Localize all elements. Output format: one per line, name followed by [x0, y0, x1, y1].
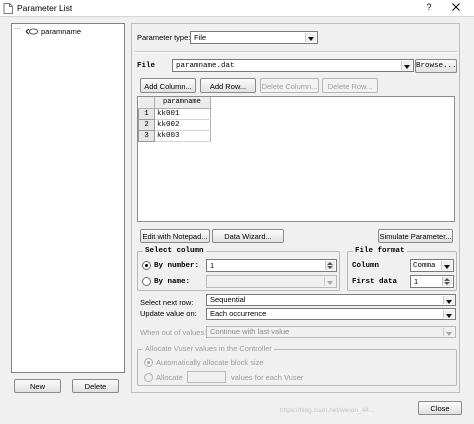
auto-allocate-radio[interactable] [144, 358, 153, 367]
select-next-row-select[interactable]: Sequential [206, 294, 456, 306]
table-row[interactable]: 3 kk003 [138, 129, 211, 142]
parameter-type-value: File [194, 33, 207, 42]
spinner-icon [325, 261, 335, 270]
row-number: 1 [138, 107, 155, 120]
auto-allocate-label: Automatically allocate block size [156, 358, 264, 367]
chevron-down-icon [441, 261, 452, 270]
close-button[interactable]: Close [418, 401, 462, 415]
table-cell[interactable]: kk002 [154, 119, 211, 131]
allocate-group: Allocate Vuser values in the Controller … [137, 344, 457, 386]
first-data-input[interactable]: 1 [410, 275, 454, 288]
help-button[interactable]: ? [418, 0, 440, 14]
table-cell[interactable]: kk003 [154, 130, 211, 142]
delete-column-button[interactable]: Delete Column... [260, 78, 319, 93]
by-number-label: By number: [154, 262, 200, 270]
window-title: Parameter List [17, 3, 73, 13]
allocate-suffix-label: values for each Vuser [231, 373, 304, 382]
chevron-down-icon [305, 33, 316, 42]
table-row[interactable]: 2 kk002 [138, 118, 211, 131]
divider [135, 51, 457, 53]
parameter-type-select[interactable]: File [190, 31, 318, 44]
parameter-tree[interactable]: ⋯ paramname [11, 23, 125, 373]
spinner-icon [442, 277, 452, 286]
tree-item-label: paramname [41, 27, 82, 36]
delete-button[interactable]: Delete [72, 379, 119, 393]
watermark: https://blog.csdn.net/weixin_44... [280, 407, 375, 414]
corner-cell [138, 97, 155, 109]
column-number-input[interactable]: 1 [206, 259, 337, 272]
when-out-of-values-select[interactable]: Continue with last value [206, 326, 456, 338]
close-icon [452, 3, 460, 11]
tree-item-paramname[interactable]: ⋯ paramname [14, 26, 114, 37]
file-select[interactable]: paramname.dat [172, 59, 414, 72]
data-table[interactable]: paramname 1 kk001 2 kk002 3 kk003 [137, 96, 455, 222]
by-name-radio[interactable] [142, 277, 151, 286]
manual-allocate-radio[interactable] [144, 373, 153, 382]
chevron-down-icon [443, 296, 454, 304]
column-header[interactable]: paramname [154, 97, 211, 109]
help-icon: ? [426, 2, 432, 12]
add-row-button[interactable]: Add Row... [200, 78, 256, 93]
when-out-of-values-label: When out of values: [140, 328, 207, 337]
table-header-row: paramname [138, 97, 211, 109]
delete-row-button[interactable]: Delete Row... [322, 78, 378, 93]
data-grid: paramname 1 kk001 2 kk002 3 kk003 [138, 97, 211, 142]
by-name-label: By name: [154, 278, 191, 286]
when-out-of-values-value: Continue with last value [210, 327, 290, 336]
file-format-title: File format [353, 246, 407, 256]
simulate-parameter-button[interactable]: Simulate Parameter... [378, 229, 453, 243]
table-row[interactable]: 1 kk001 [138, 107, 211, 120]
allocate-count-input[interactable] [187, 371, 226, 383]
browse-button[interactable]: Browse... [415, 59, 457, 73]
file-format-group: File format Column Comma First data 1 [347, 246, 457, 291]
parameter-properties-panel: Parameter type: File File paramname.dat … [131, 23, 460, 393]
app-icon [3, 3, 13, 14]
close-window-button[interactable] [442, 0, 470, 14]
chevron-down-icon [401, 61, 412, 70]
column-number-value: 1 [210, 261, 215, 270]
select-next-row-value: Sequential [210, 295, 246, 304]
file-value: paramname.dat [176, 62, 235, 70]
column-label: Column [352, 262, 380, 270]
parameter-icon [25, 28, 38, 35]
edit-with-notepad-button[interactable]: Edit with Notepad... [140, 229, 210, 243]
parameter-type-label: Parameter type: [137, 33, 191, 42]
update-value-on-value: Each occurrence [210, 309, 267, 318]
row-number: 2 [138, 118, 155, 131]
column-delimiter-value: Comma [413, 262, 436, 270]
select-column-group: Select column By number: 1 By name: [137, 246, 340, 291]
table-cell[interactable]: kk001 [154, 108, 211, 120]
chevron-down-icon [443, 310, 454, 318]
column-name-select[interactable] [206, 275, 337, 288]
new-button[interactable]: New [14, 379, 61, 393]
select-column-title: Select column [143, 246, 206, 256]
update-value-on-select[interactable]: Each occurrence [206, 308, 456, 320]
column-delimiter-select[interactable]: Comma [410, 259, 454, 272]
select-next-row-label: Select next row: [140, 298, 194, 307]
tree-connector: ⋯ [14, 26, 21, 33]
manual-allocate-label: Allocate [156, 373, 183, 382]
first-data-value: 1 [414, 277, 419, 286]
title-bar: Parameter List ? [0, 0, 474, 17]
row-number: 3 [138, 129, 155, 142]
first-data-label: First data [352, 278, 398, 286]
data-wizard-button[interactable]: Data Wizard... [212, 229, 284, 243]
allocate-title: Allocate Vuser values in the Controller [143, 344, 274, 354]
add-column-button[interactable]: Add Column... [140, 78, 196, 93]
by-number-radio[interactable] [142, 261, 151, 270]
chevron-down-icon [443, 328, 454, 336]
chevron-down-icon [324, 277, 335, 286]
update-value-on-label: Update value on: [140, 309, 197, 318]
file-label: File [137, 62, 156, 70]
